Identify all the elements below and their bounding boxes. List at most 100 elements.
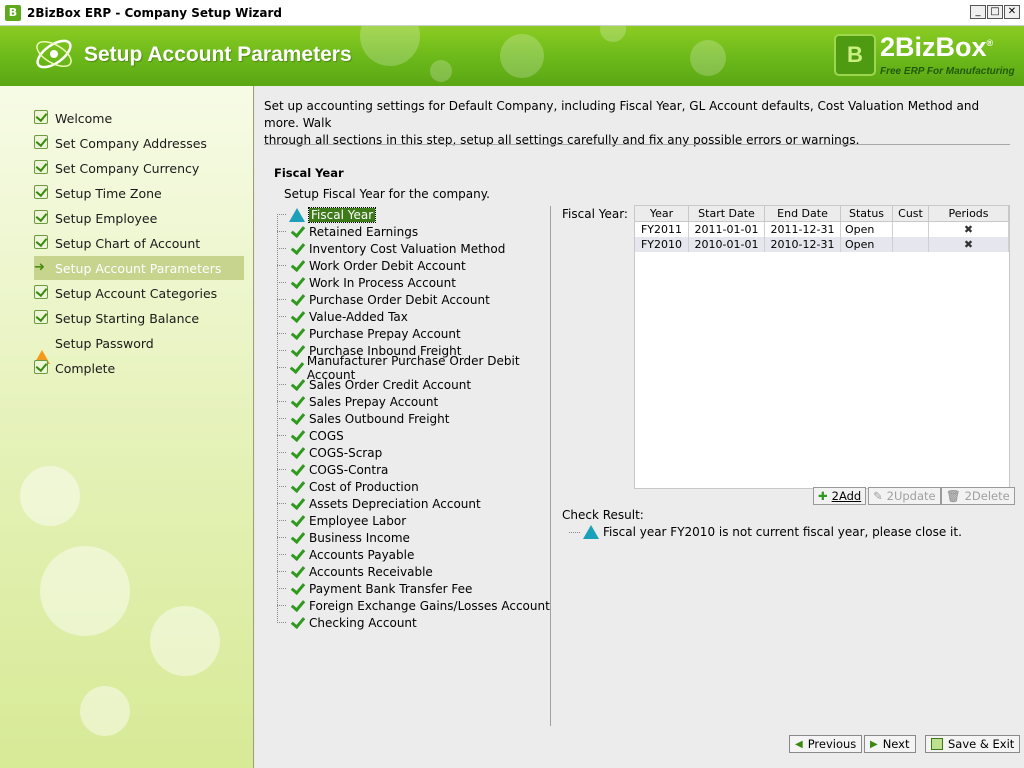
tree-node-label: Cost of Production bbox=[309, 479, 419, 494]
tree-node[interactable]: COGS-Contra bbox=[277, 461, 388, 478]
periods-cell[interactable]: ✖ bbox=[929, 237, 1009, 252]
decorative-glow bbox=[20, 466, 80, 526]
close-button[interactable]: ✕ bbox=[1004, 5, 1020, 19]
tree-connector bbox=[277, 418, 287, 419]
done-icon bbox=[34, 135, 50, 151]
tree-node[interactable]: Sales Outbound Freight bbox=[277, 410, 449, 427]
trash-icon: 🗑 bbox=[946, 489, 961, 503]
tree-node-label: Purchase Prepay Account bbox=[309, 326, 461, 341]
tree-node[interactable]: COGS-Scrap bbox=[277, 444, 382, 461]
tree-node[interactable]: Foreign Exchange Gains/Losses Account bbox=[277, 597, 550, 614]
column-header[interactable]: Start Date bbox=[689, 206, 765, 221]
tree-node-label: COGS bbox=[309, 428, 344, 443]
tree-node[interactable]: Value-Added Tax bbox=[277, 308, 408, 325]
intro-line-2: through all sections in this step, setup… bbox=[264, 133, 860, 147]
arrow-right-icon: ➜ bbox=[34, 260, 45, 275]
column-header[interactable]: Year bbox=[635, 206, 689, 221]
fiscal-year-table[interactable]: Year Start Date End Date Status Cust Periods … bbox=[634, 205, 1010, 489]
update-button[interactable]: ✎ 2Update bbox=[868, 487, 941, 505]
plus-icon: ✚ bbox=[818, 489, 828, 503]
next-button-label: Next bbox=[882, 737, 910, 751]
save-exit-button[interactable]: Save & Exit bbox=[925, 735, 1021, 753]
tree-node[interactable]: Payment Bank Transfer Fee bbox=[277, 580, 472, 597]
tree-node[interactable]: Business Income bbox=[277, 529, 410, 546]
checkmark-icon bbox=[289, 446, 305, 460]
tree-node[interactable]: Work Order Debit Account bbox=[277, 257, 466, 274]
sidebar-step-label: Setup Account Categories bbox=[55, 285, 218, 301]
tree-node[interactable]: Accounts Payable bbox=[277, 546, 414, 563]
tree-node[interactable]: Cost of Production bbox=[277, 478, 419, 495]
sidebar-step[interactable]: Setup Chart of Account bbox=[34, 231, 244, 255]
column-header[interactable]: Periods bbox=[929, 206, 1009, 221]
table-row[interactable]: FY2011 2011-01-01 2011-12-31 Open ✖ bbox=[635, 222, 1009, 237]
previous-button-label: Previous bbox=[807, 737, 857, 751]
swirl-logo-icon bbox=[36, 39, 72, 69]
checkmark-icon bbox=[289, 548, 305, 562]
intro-text: Set up accounting settings for Default C… bbox=[264, 98, 1014, 149]
next-button[interactable]: ▶ Next bbox=[864, 735, 916, 753]
sidebar-step-label: Complete bbox=[55, 360, 116, 376]
sidebar-step[interactable]: ➜ Setup Account Parameters bbox=[34, 256, 244, 280]
sidebar-step[interactable]: Setup Account Categories bbox=[34, 281, 244, 305]
tree-connector bbox=[277, 299, 287, 300]
tree-connector bbox=[277, 435, 287, 436]
sidebar-step[interactable]: Setup Password bbox=[34, 331, 244, 364]
tree-node-label: Purchase Order Debit Account bbox=[309, 292, 490, 307]
tree-node[interactable]: Purchase Prepay Account bbox=[277, 325, 461, 342]
sidebar-step[interactable]: Setup Time Zone bbox=[34, 181, 244, 205]
table-cell: FY2010 bbox=[635, 237, 689, 252]
app-logo-icon: B bbox=[5, 4, 21, 21]
tree-node[interactable]: Work In Process Account bbox=[277, 274, 456, 291]
sidebar-step-label: Setup Employee bbox=[55, 210, 158, 226]
column-header[interactable]: Status bbox=[841, 206, 893, 221]
tree-node[interactable]: Inventory Cost Valuation Method bbox=[277, 240, 505, 257]
table-row[interactable]: FY2010 2010-01-01 2010-12-31 Open ✖ bbox=[635, 237, 1009, 252]
tree-node[interactable]: Accounts Receivable bbox=[277, 563, 433, 580]
page-title: Setup Account Parameters bbox=[84, 43, 352, 66]
done-icon bbox=[34, 160, 50, 176]
delete-button[interactable]: 🗑 2Delete bbox=[941, 487, 1015, 505]
periods-cell[interactable]: ✖ bbox=[929, 222, 1009, 237]
maximize-button[interactable]: □ bbox=[987, 5, 1003, 19]
tree-node-label: Business Income bbox=[309, 530, 410, 545]
tree-node[interactable]: Employee Labor bbox=[277, 512, 406, 529]
tree-connector bbox=[277, 350, 287, 351]
tree-node[interactable]: Sales Order Credit Account bbox=[277, 376, 471, 393]
checkbox-checked-icon bbox=[34, 360, 48, 374]
registered-mark: ® bbox=[986, 38, 994, 48]
checkmark-icon bbox=[289, 582, 305, 596]
checkbox-checked-icon bbox=[34, 160, 48, 174]
brand-tagline: Free ERP For Manufacturing bbox=[880, 66, 1015, 77]
tree-connector bbox=[277, 333, 287, 334]
wizard-banner: Setup Account Parameters B 2BizBox® Free… bbox=[0, 26, 1024, 86]
decorative-bubble bbox=[600, 26, 626, 42]
sidebar-step[interactable]: Set Company Currency bbox=[34, 156, 244, 180]
tree-node[interactable]: Manufacturer Purchase Order Debit Accoun… bbox=[277, 354, 550, 382]
tree-node[interactable]: Purchase Order Debit Account bbox=[277, 291, 490, 308]
previous-button[interactable]: ◀ Previous bbox=[789, 735, 863, 753]
minimize-button[interactable]: _ bbox=[970, 5, 986, 19]
tree-node[interactable]: Fiscal Year bbox=[277, 206, 377, 223]
tree-connector bbox=[277, 503, 287, 504]
sidebar-step[interactable]: Setup Employee bbox=[34, 206, 244, 230]
decorative-glow bbox=[40, 546, 130, 636]
add-button[interactable]: ✚ 2Add bbox=[813, 487, 867, 505]
tree-node[interactable]: Retained Earnings bbox=[277, 223, 418, 240]
done-icon bbox=[34, 210, 50, 226]
tree-node[interactable]: COGS bbox=[277, 427, 344, 444]
table-header: Year Start Date End Date Status Cust Periods bbox=[635, 206, 1009, 222]
column-header[interactable]: End Date bbox=[765, 206, 841, 221]
table-cell: Open bbox=[841, 237, 893, 252]
sidebar-step[interactable]: Welcome bbox=[34, 106, 244, 130]
column-header[interactable]: Cust bbox=[893, 206, 929, 221]
sidebar-step[interactable]: Set Company Addresses bbox=[34, 131, 244, 155]
save-exit-button-label: Save & Exit bbox=[948, 737, 1015, 751]
tree-connector bbox=[277, 282, 287, 283]
sidebar-step[interactable]: Complete bbox=[34, 356, 244, 380]
tree-node[interactable]: Checking Account bbox=[277, 614, 417, 631]
sidebar-step[interactable]: Setup Starting Balance bbox=[34, 306, 244, 330]
tree-node-label: Assets Depreciation Account bbox=[309, 496, 481, 511]
window-titlebar: B 2BizBox ERP - Company Setup Wizard _ □… bbox=[0, 0, 1024, 26]
tree-node[interactable]: Sales Prepay Account bbox=[277, 393, 438, 410]
tree-node[interactable]: Assets Depreciation Account bbox=[277, 495, 481, 512]
